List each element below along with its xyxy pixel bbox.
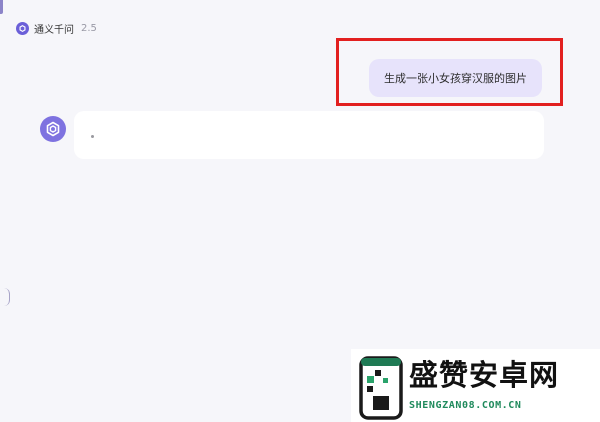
model-version: 2.5: [81, 22, 97, 34]
loading-indicator: [91, 135, 94, 138]
phone-logo-icon: [359, 356, 403, 420]
watermark-url: SHENGZAN08.COM.CN: [409, 400, 522, 411]
watermark-name: 盛赞安卓网: [409, 358, 560, 392]
assistant-avatar-icon: [40, 116, 66, 142]
app-title: 通义千问: [34, 24, 74, 36]
sidebar-collapse-handle[interactable]: [4, 288, 10, 306]
site-watermark: 盛赞安卓网 SHENGZAN08.COM.CN: [351, 349, 600, 422]
window-edge-tab: [0, 0, 3, 14]
user-message-text: 生成一张小女孩穿汉服的图片: [384, 72, 527, 85]
app-header: 通义千问 2.5: [16, 20, 97, 36]
tongyi-logo-icon: [16, 21, 29, 35]
assistant-response-bubble: .: [74, 111, 544, 159]
user-message-bubble: 生成一张小女孩穿汉服的图片: [369, 59, 542, 97]
